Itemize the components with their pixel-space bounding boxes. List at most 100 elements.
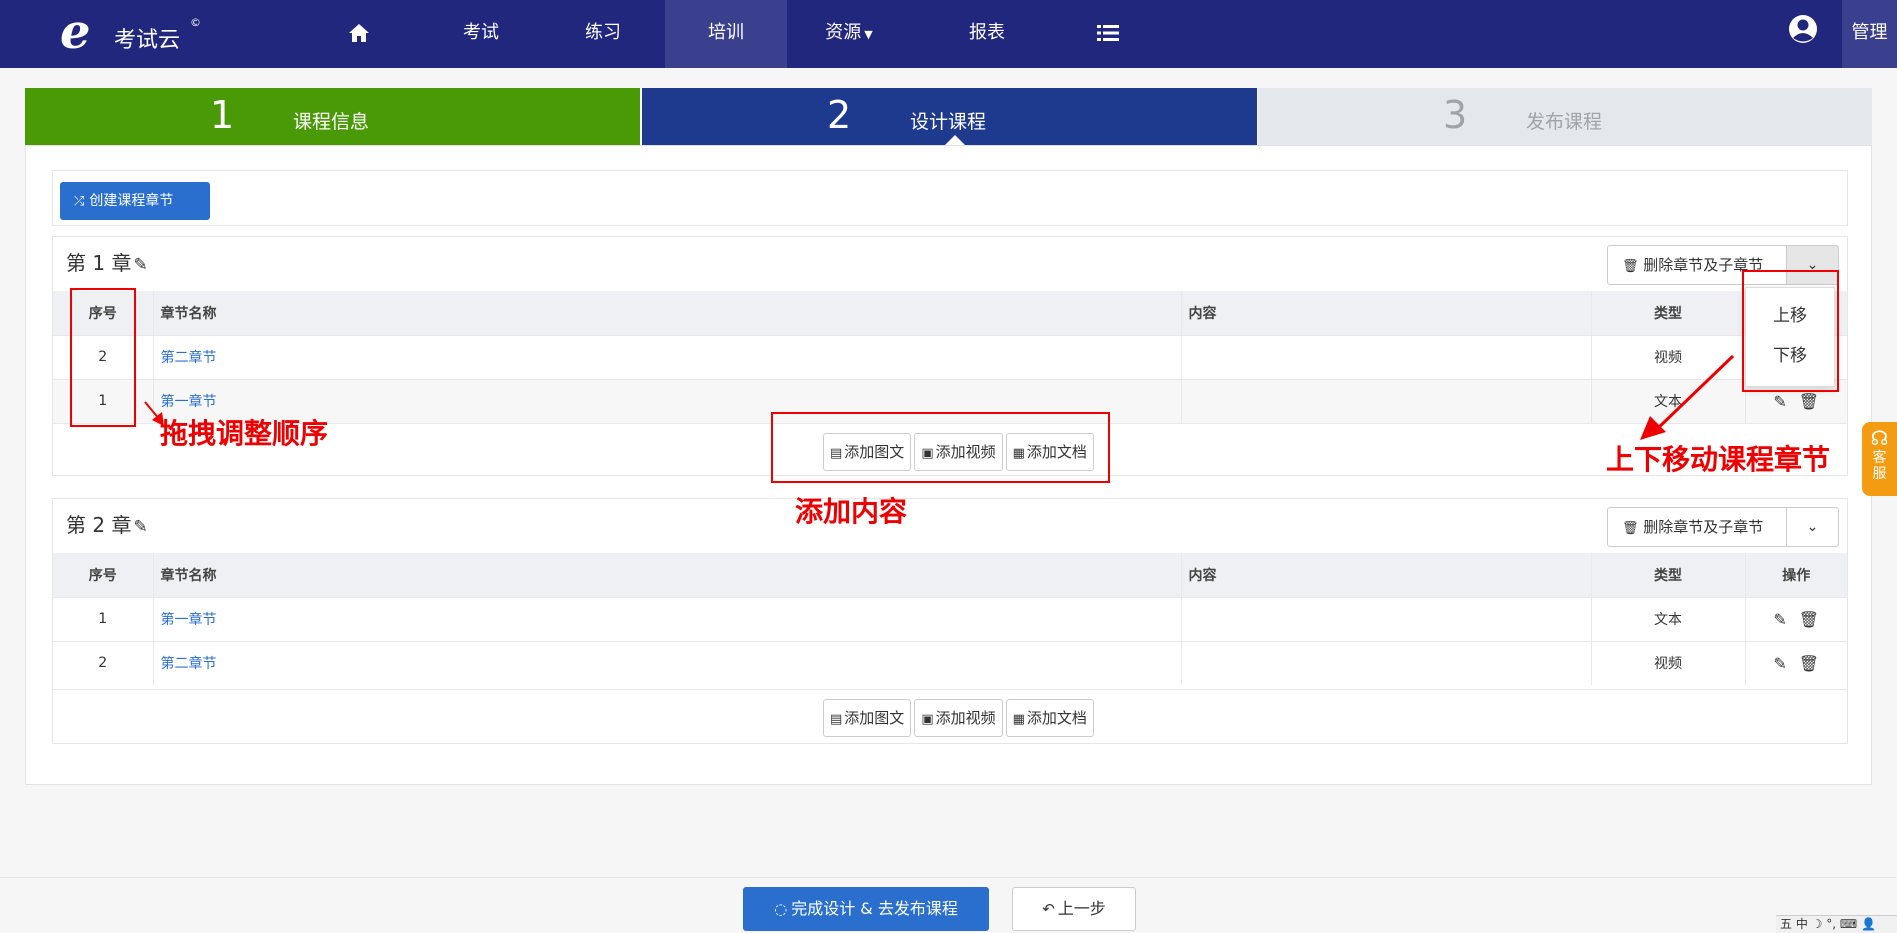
row-ops: ✎ 🗑 [1745,640,1847,685]
chapter-title-text: 第 1 章 [66,251,132,275]
step-label: 设计课程 [910,111,987,133]
annotation-box-index [70,288,136,427]
row-name-link[interactable]: 第一章节 [153,596,1182,641]
active-step-caret [945,135,965,145]
section-table: 序号 章节名称 内容 类型 2 第二章节 视频 1 第一章节 文本 ✎ 🗑 [53,291,1847,423]
service-label: 客服 [1872,450,1887,482]
previous-step-label: 上一步 [1057,899,1106,918]
logo-text: 考试云 [114,28,181,53]
list-icon [1097,25,1119,41]
chapter-more-dropdown[interactable]: ⌄ [1787,507,1839,547]
file-icon: ▦ [1012,712,1025,727]
spinner-icon: ◌ [774,900,788,918]
nav-training[interactable]: 培训 [665,0,787,68]
pencil-icon[interactable]: ✎ [133,517,147,537]
nav-exam[interactable]: 考试 [420,0,542,68]
col-header-ops: 操作 [1745,553,1847,597]
col-header-name: 章节名称 [153,291,1182,335]
create-chapter-label: 创建课程章节 [89,193,174,209]
file-video-icon: ▣ [921,712,934,727]
step-publish-course[interactable]: 3 发布课程 [1258,88,1872,145]
create-chapter-button[interactable]: ⤮ 创建课程章节 [60,182,210,220]
row-name-link[interactable]: 第二章节 [153,334,1182,379]
step-design-course[interactable]: 2 设计课程 [642,88,1257,145]
edit-icon[interactable]: ✎ [1773,392,1786,411]
add-video-button[interactable]: ▣ 添加视频 [914,699,1003,737]
chapter-title[interactable]: 第 1 章 ✎ [66,247,148,276]
top-navbar: e 考试云 © 考试 练习 培训 资源 ▼ 报表 管理 [0,0,1897,68]
table-row[interactable]: 2 第二章节 视频 [53,334,1847,379]
annotation-move-text: 上下移动课程章节 [1606,443,1831,476]
logo-copyright: © [190,16,201,29]
add-document-button[interactable]: ▦ 添加文档 [1005,699,1094,737]
table-row[interactable]: 1 第一章节 文本 ✎ 🗑 [53,596,1847,641]
chevron-down-icon: ⌄ [1806,519,1819,535]
headset-icon: ☊ [1870,426,1889,450]
edit-icon[interactable]: ✎ [1773,610,1786,629]
add-video-label: 添加视频 [935,709,996,727]
table-header: 序号 章节名称 内容 类型 操作 [53,553,1847,597]
nav-more[interactable] [1047,0,1169,68]
row-content [1181,334,1592,379]
trash-icon: 🗑 [1622,259,1639,274]
section-link[interactable]: 第二章节 [161,350,217,366]
previous-step-button[interactable]: ↶ 上一步 [1012,887,1136,931]
trash-icon[interactable]: 🗑 [1799,654,1819,673]
annotation-arrow [1640,354,1735,440]
finish-design-label: 完成设计 & 去发布课程 [791,899,958,918]
row-type: 视频 [1591,640,1746,685]
ime-tray: 五 中 ☽ °, ⌨ 👤 [1776,915,1897,933]
add-article-button[interactable]: ▤ 添加图文 [823,699,912,737]
step-course-info[interactable]: 1 课程信息 [25,88,640,145]
trash-icon: 🗑 [1622,521,1639,536]
trash-icon[interactable]: 🗑 [1799,392,1819,411]
finish-design-button[interactable]: ◌ 完成设计 & 去发布课程 [743,887,989,931]
col-header-content: 内容 [1181,553,1592,597]
chapter-title-text: 第 2 章 [66,513,132,537]
col-header-index: 序号 [53,553,154,597]
nav-resources-label: 资源 [825,22,862,43]
chapter-title[interactable]: 第 2 章 ✎ [66,509,148,538]
add-document-label: 添加文档 [1026,709,1087,727]
section-table: 序号 章节名称 内容 类型 操作 1 第一章节 文本 ✎🗑 2 第二章节 视频 [53,553,1847,685]
annotation-box-add [771,412,1110,483]
logo-e-icon: e [60,4,91,60]
col-header-content: 内容 [1181,291,1592,335]
file-text-icon: ▤ [830,712,843,727]
nav-reports[interactable]: 报表 [926,0,1048,68]
section-link[interactable]: 第二章节 [161,656,217,672]
table-row[interactable]: 2 第二章节 视频 ✎ 🗑 [53,640,1847,685]
row-index: 1 [53,596,154,641]
logo[interactable]: e 考试云 © [60,8,210,58]
toolbar [52,170,1848,226]
edit-icon[interactable]: ✎ [1773,654,1786,673]
row-index: 2 [53,640,154,685]
chapter-panel: 第 2 章 ✎ 🗑 删除章节及子章节 ⌄ 序号 章节名称 内容 类型 操作 1 第… [52,498,1848,744]
nav-resources[interactable]: 资源 ▼ [788,0,910,68]
delete-chapter-button[interactable]: 🗑 删除章节及子章节 [1607,507,1787,547]
row-content [1181,378,1592,423]
row-ops: ✎ 🗑 [1745,596,1847,641]
caret-down-icon: ▼ [864,28,873,41]
annotation-drag-text: 拖拽调整顺序 [160,417,329,450]
admin-link[interactable]: 管理 [1842,0,1897,68]
nav-home[interactable] [298,0,420,68]
step-label: 发布课程 [1526,111,1603,133]
trash-icon[interactable]: 🗑 [1799,610,1819,629]
add-article-label: 添加图文 [844,709,905,727]
annotation-add-text: 添加内容 [795,495,908,528]
add-content-row: ▤ 添加图文 ▣ 添加视频 ▦ 添加文档 [53,689,1847,743]
pencil-icon[interactable]: ✎ [133,255,147,275]
step-number: 3 [1443,93,1468,137]
row-type: 文本 [1591,596,1746,641]
delete-chapter-label: 删除章节及子章节 [1643,518,1764,536]
row-name-link[interactable]: 第二章节 [153,640,1182,685]
step-number: 2 [827,93,852,137]
annotation-box-dropdown [1742,270,1839,392]
home-icon [349,24,369,42]
nav-practice[interactable]: 练习 [542,0,664,68]
user-avatar-icon[interactable] [1788,14,1818,44]
col-header-name: 章节名称 [153,553,1182,597]
customer-service-widget[interactable]: ☊ 客服 [1862,422,1897,496]
section-link[interactable]: 第一章节 [161,612,217,628]
